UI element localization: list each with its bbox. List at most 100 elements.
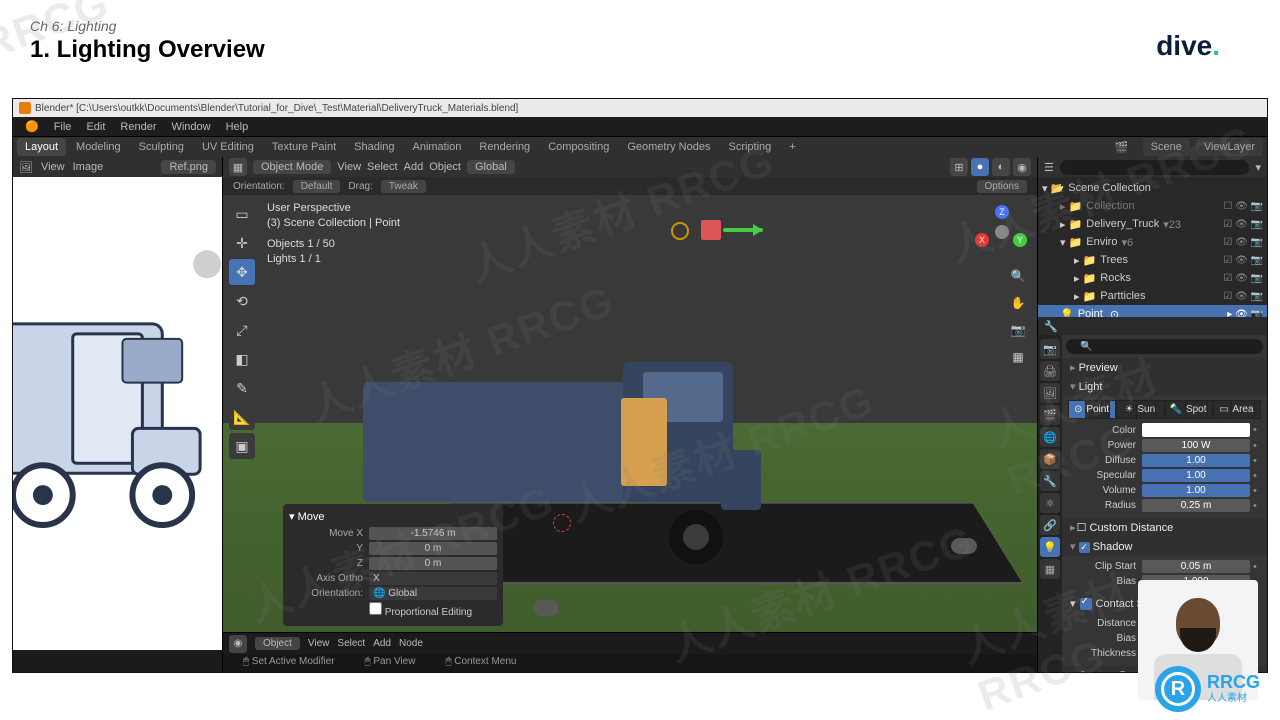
workspace-sculpting[interactable]: Sculpting (131, 138, 192, 156)
light-type-selector[interactable]: ⊙ Point ☀ Sun 🔦 Spot ▭ Area (1068, 400, 1261, 419)
tool-cursor[interactable]: ✛ (229, 230, 255, 256)
scene-selector[interactable]: Scene (1143, 138, 1190, 156)
panel-light[interactable]: Light (1062, 377, 1267, 396)
viewlayer-selector[interactable]: ViewLayer (1196, 138, 1263, 156)
image-menu-image[interactable]: Image (73, 161, 104, 173)
redo-panel[interactable]: ▾ Move Move X-1.5746 m Y0 m Z0 m Axis Or… (283, 504, 503, 626)
gizmo-axis-arrow-icon[interactable] (723, 228, 763, 232)
outliner[interactable]: ▾ 📂 Scene Collection ▸ 📁 Collection☐ 👁 📷… (1038, 177, 1267, 317)
workspace-scripting[interactable]: Scripting (720, 138, 779, 156)
workspace-modeling[interactable]: Modeling (68, 138, 129, 156)
outliner-item[interactable]: ▸ 📁 Collection☐ 👁 📷 (1038, 197, 1267, 215)
prop-tab-output[interactable]: 🖨 (1040, 361, 1060, 381)
outliner-item[interactable]: ▸ 📁 Trees☑ 👁 📷 (1038, 251, 1267, 269)
workspace-layout[interactable]: Layout (17, 138, 66, 156)
axis-x-icon[interactable]: X (975, 233, 989, 247)
outliner-item[interactable]: ▸ 📁 Rocks☑ 👁 📷 (1038, 269, 1267, 287)
prop-tab-constraints[interactable]: 🔗 (1040, 515, 1060, 535)
vp-menu-select[interactable]: Select (367, 161, 398, 173)
outliner-item[interactable]: ▾ 📁 Enviro ▾6☑ 👁 📷 (1038, 233, 1267, 251)
radius-value[interactable]: 0.25 m (1142, 499, 1250, 512)
orientation-value[interactable]: 🌐 Global (369, 587, 497, 600)
axis-y-icon[interactable]: Y (1013, 233, 1027, 247)
axis-ortho-value[interactable]: X (369, 572, 497, 585)
editor-type-icon[interactable]: ▦ (229, 158, 247, 176)
power-value[interactable]: 100 W (1142, 439, 1250, 452)
prop-tab-scene[interactable]: 🎬 (1040, 405, 1060, 425)
perspective-icon[interactable]: ▦ (1007, 346, 1029, 368)
workspace-compositing[interactable]: Compositing (540, 138, 617, 156)
workspace-rendering[interactable]: Rendering (471, 138, 538, 156)
workspace-animation[interactable]: Animation (405, 138, 470, 156)
clipstart-value[interactable]: 0.05 m (1142, 560, 1250, 573)
node-menu-select[interactable]: Select (337, 638, 365, 649)
vp-menu-object[interactable]: Object (429, 161, 461, 173)
image-menu-view[interactable]: View (41, 161, 65, 173)
gizmo-center-icon[interactable] (671, 222, 689, 240)
panel-shadow[interactable]: ✓ Shadow (1062, 537, 1267, 556)
image-filename[interactable]: Ref.png (161, 160, 216, 174)
axis-neg-icon[interactable] (995, 225, 1009, 239)
mode-selector[interactable]: Object Mode (253, 160, 331, 174)
node-menu-add[interactable]: Add (373, 638, 391, 649)
workspace-add[interactable]: + (781, 138, 803, 156)
transform-orientation[interactable]: Global (467, 160, 515, 174)
node-object-selector[interactable]: Object (255, 637, 300, 650)
reference-image[interactable] (13, 177, 222, 650)
workspace-uv[interactable]: UV Editing (194, 138, 262, 156)
light-type-point[interactable]: ⊙ Point (1068, 400, 1116, 419)
properties-search[interactable] (1066, 339, 1263, 354)
menu-help[interactable]: Help (220, 119, 255, 135)
move-x-value[interactable]: -1.5746 m (369, 527, 497, 540)
tool-select-box[interactable]: ▭ (229, 201, 255, 227)
prop-tab-render[interactable]: 📷 (1040, 339, 1060, 359)
move-y-value[interactable]: 0 m (369, 542, 497, 555)
options-dropdown[interactable]: Options (977, 180, 1027, 193)
vp-menu-add[interactable]: Add (404, 161, 424, 173)
prop-tab-viewlayer[interactable]: 🖼 (1040, 383, 1060, 403)
prop-tab-object[interactable]: 📦 (1040, 449, 1060, 469)
panel-preview[interactable]: Preview (1062, 358, 1267, 377)
tool-rotate[interactable]: ⟲ (229, 288, 255, 314)
vp-menu-view[interactable]: View (337, 161, 361, 173)
redo-panel-title[interactable]: ▾ Move (289, 510, 497, 523)
outliner-type-icon[interactable]: ☰ (1044, 161, 1054, 174)
menu-render[interactable]: Render (114, 119, 162, 135)
outliner-item[interactable]: ▸ 📁 Partticles☑ 👁 📷 (1038, 287, 1267, 305)
tool-move[interactable]: ✥ (229, 259, 255, 285)
outliner-root[interactable]: ▾ 📂 Scene Collection (1038, 179, 1267, 197)
drag-value[interactable]: Tweak (381, 180, 426, 193)
tool-transform[interactable]: ◧ (229, 346, 255, 372)
prop-tab-modifiers[interactable]: 🔧 (1040, 471, 1060, 491)
light-type-area[interactable]: ▭ Area (1213, 400, 1261, 419)
editor-type-icon[interactable]: ◉ (229, 635, 247, 653)
properties-type-icon[interactable]: 🔧 (1044, 320, 1058, 333)
prop-edit-checkbox[interactable] (369, 602, 382, 615)
menu-file[interactable]: File (48, 119, 78, 135)
3d-viewport[interactable]: User Perspective (3) Scene Collection | … (223, 195, 1037, 632)
shading-material-icon[interactable]: ◐ (992, 158, 1010, 176)
prop-tab-texture[interactable]: ▦ (1040, 559, 1060, 579)
node-menu-node[interactable]: Node (399, 638, 423, 649)
outliner-item-selected[interactable]: 💡 Point ⊙▸ 👁 📷 (1038, 305, 1267, 317)
workspace-texture[interactable]: Texture Paint (264, 138, 344, 156)
scene-icon[interactable]: 🎬 (1107, 138, 1137, 157)
blender-logo-icon[interactable]: 🟠 (19, 118, 45, 135)
light-type-spot[interactable]: 🔦 Spot (1165, 400, 1213, 419)
tool-measure[interactable]: 📐 (229, 404, 255, 430)
editor-type-icon[interactable]: 🖼 (19, 161, 33, 174)
shading-wireframe-icon[interactable]: ⊞ (950, 158, 968, 176)
prop-tab-world[interactable]: 🌐 (1040, 427, 1060, 447)
menu-window[interactable]: Window (165, 119, 216, 135)
filter-icon[interactable]: ▾ (1255, 161, 1261, 174)
color-swatch[interactable] (1142, 423, 1250, 437)
navigation-gizmo[interactable]: Z X Y (975, 205, 1027, 257)
tool-annotate[interactable]: ✎ (229, 375, 255, 401)
workspace-shading[interactable]: Shading (346, 138, 402, 156)
light-type-sun[interactable]: ☀ Sun (1116, 400, 1164, 419)
move-z-value[interactable]: 0 m (369, 557, 497, 570)
outliner-item[interactable]: ▸ 📁 Delivery_Truck ▾23☑ 👁 📷 (1038, 215, 1267, 233)
prop-tab-data-light[interactable]: 💡 (1040, 537, 1060, 557)
specular-value[interactable]: 1.00 (1142, 469, 1250, 482)
outliner-search[interactable] (1060, 160, 1250, 175)
